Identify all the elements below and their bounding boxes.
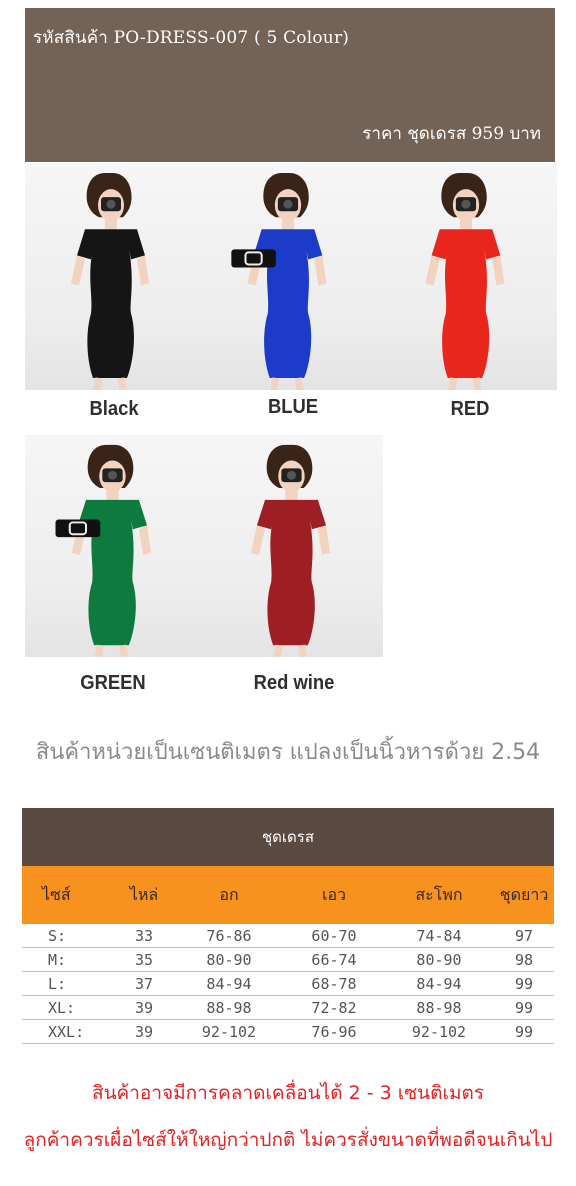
model-illustration	[425, 173, 505, 390]
product-price: ราคา ชุดเดรส 959 บาท	[362, 124, 541, 144]
product-header: รหัสสินค้า PO-DRESS-007 ( 5 Colour) ราคา…	[25, 8, 555, 162]
column-header-size: ไซส์	[42, 884, 71, 904]
cell-shoulder: 37	[134, 974, 154, 993]
cell-chest: 76-86	[206, 926, 252, 945]
product-code: รหัสสินค้า PO-DRESS-007 ( 5 Colour)	[33, 28, 350, 48]
model-illustration	[250, 444, 331, 657]
sizing-advice-note: ลูกค้าควรเผื่อไซส์ให้ใหญ่กว่าปกติ ไม่ควร…	[23, 1129, 553, 1151]
product-photo-black	[25, 163, 201, 390]
color-label-red-wine: Red wine	[253, 672, 335, 694]
cell-shoulder: 33	[134, 926, 154, 945]
column-header-shoulder: ไหล่	[129, 884, 159, 904]
cell-hip: 80-90	[416, 950, 462, 969]
cell-length: 99	[514, 1022, 534, 1041]
table-row: S: 33 76-86 60-70 74-84 97	[22, 924, 554, 948]
product-photo-blue	[201, 163, 379, 390]
cell-chest: 84-94	[206, 974, 252, 993]
tolerance-note: สินค้าอาจมีการคลาดเคลื่อนได้ 2 - 3 เซนติ…	[91, 1082, 485, 1104]
cell-waist: 66-74	[311, 950, 357, 969]
cell-length: 99	[514, 974, 534, 993]
size-table-title: ชุดเดรส	[22, 808, 554, 866]
cell-length: 97	[514, 926, 534, 945]
product-photo-red-wine	[204, 435, 383, 657]
color-label-black: Black	[89, 398, 139, 420]
size-table-header-row: ไซส์ ไหล่ อก เอว สะโพก ชุดยาว	[22, 866, 554, 924]
cell-chest: 80-90	[206, 950, 252, 969]
cell-length: 98	[514, 950, 534, 969]
color-label-green: GREEN	[80, 672, 146, 694]
cell-hip: 84-94	[416, 974, 462, 993]
cell-shoulder: 35	[134, 950, 154, 969]
column-header-hip: สะโพก	[415, 884, 463, 904]
cell-chest: 92-102	[201, 1022, 257, 1041]
size-table: ชุดเดรส ไซส์ ไหล่ อก เอว สะโพก ชุดยาว S:…	[22, 808, 554, 1044]
product-photo-red	[379, 163, 557, 390]
cell-shoulder: 39	[134, 998, 154, 1017]
table-row: XL: 39 88-98 72-82 88-98 99	[22, 996, 554, 1020]
unit-note: สินค้าหน่วยเป็นเซนติเมตร แปลงเป็นนิ้วหาร…	[35, 740, 541, 765]
column-header-length: ชุดยาว	[499, 884, 549, 904]
cell-size: S:	[48, 926, 67, 945]
table-row: M: 35 80-90 66-74 80-90 98	[22, 948, 554, 972]
cell-size: L:	[48, 974, 67, 993]
cell-hip: 88-98	[416, 998, 462, 1017]
cell-chest: 88-98	[206, 998, 252, 1017]
model-illustration	[71, 173, 149, 390]
cell-waist: 60-70	[311, 926, 357, 945]
model-illustration	[231, 173, 327, 390]
cell-shoulder: 39	[134, 1022, 154, 1041]
cell-hip: 74-84	[416, 926, 462, 945]
column-header-waist: เอว	[321, 884, 347, 904]
table-row: L: 37 84-94 68-78 84-94 99	[22, 972, 554, 996]
cell-waist: 76-96	[311, 1022, 357, 1041]
column-header-chest: อก	[219, 884, 239, 904]
table-row: XXL: 39 92-102 76-96 92-102 99	[22, 1020, 554, 1044]
color-label-red: RED	[450, 398, 490, 420]
color-label-blue: BLUE	[267, 396, 319, 418]
model-illustration	[55, 444, 152, 657]
cell-length: 99	[514, 998, 534, 1017]
product-photo-green	[25, 435, 204, 657]
cell-hip: 92-102	[411, 1022, 467, 1041]
cell-size: M:	[48, 950, 67, 969]
size-table-body: S: 33 76-86 60-70 74-84 97 M: 35 80-90 66-74 80-90…	[22, 924, 554, 1044]
cell-size: XL:	[48, 998, 76, 1017]
cell-waist: 68-78	[311, 974, 357, 993]
cell-size: XXL:	[48, 1022, 85, 1041]
cell-waist: 72-82	[311, 998, 357, 1017]
